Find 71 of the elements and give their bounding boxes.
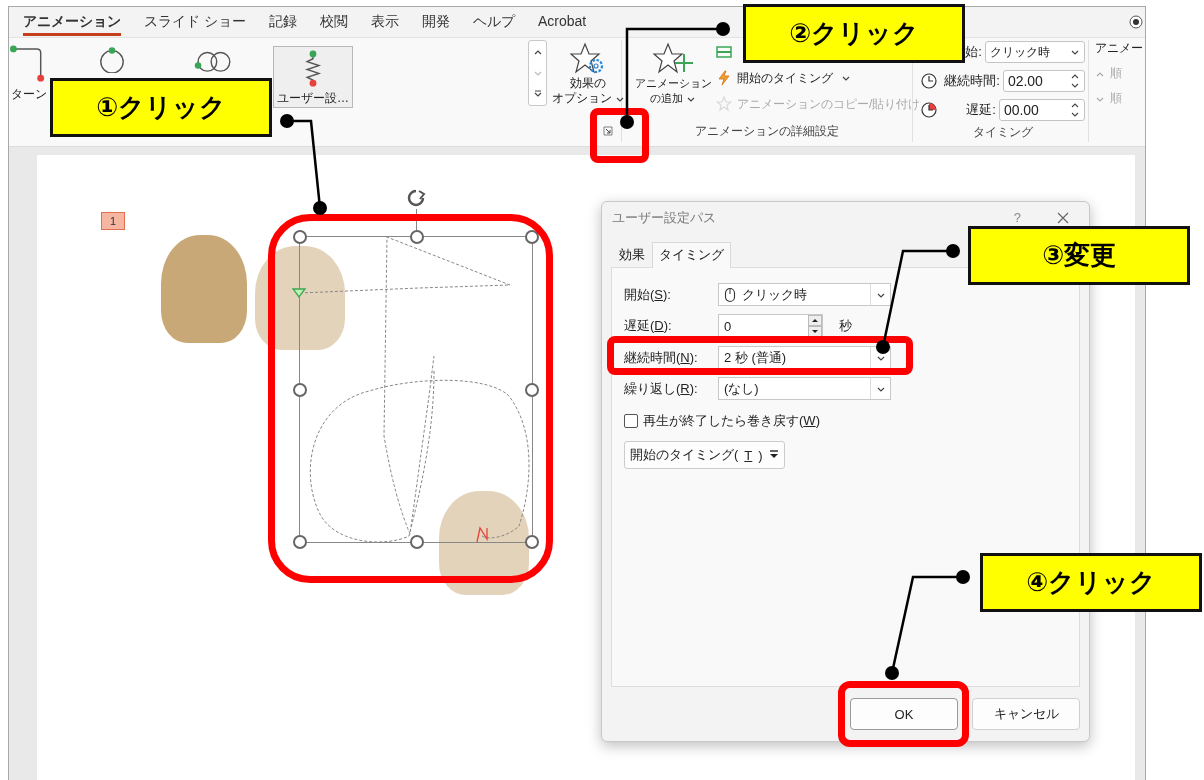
callout-label: ④クリック (980, 553, 1202, 612)
ok-button[interactable]: OK (850, 698, 958, 730)
start-dropdown[interactable]: クリック時 (984, 41, 1085, 63)
chevron-down-icon (532, 69, 543, 77)
spin-up-icon[interactable] (808, 315, 822, 326)
triggers-button[interactable]: 開始のタイミング( T ) (624, 441, 785, 469)
group-label: アニメーションの詳細設定 (695, 122, 839, 140)
dialog-tab[interactable]: タイミング (652, 242, 731, 268)
chevron-down-icon (841, 74, 851, 82)
callout-label: ②クリック (743, 4, 965, 63)
cancel-button[interactable]: キャンセル (972, 698, 1080, 730)
double-down-icon (768, 450, 779, 460)
add-animation-button[interactable]: アニメーション の追加 (634, 40, 712, 120)
resize-handle[interactable] (410, 230, 424, 244)
star-brush-icon (716, 96, 732, 112)
field-label: 繰り返し(R): (624, 379, 699, 398)
ribbon-tab[interactable]: 表示 (370, 8, 399, 36)
star-plus-icon (653, 42, 693, 76)
record-icon[interactable] (1129, 15, 1143, 29)
field-label: 始: (965, 43, 982, 61)
ribbon-tab[interactable]: 校閲 (319, 8, 348, 36)
checkbox[interactable] (624, 414, 638, 428)
dropdown[interactable]: (なし) (718, 377, 891, 400)
group-label: タイミング (972, 123, 1033, 141)
ribbon-tab[interactable]: スライド ショー (144, 8, 246, 36)
ribbon-tab[interactable]: ヘルプ (472, 8, 515, 36)
dialog-tab[interactable]: 効果 (612, 242, 652, 267)
animation-number-tag: 1 (101, 212, 125, 230)
mouse-icon (724, 286, 736, 303)
spin-down-icon[interactable] (808, 326, 822, 337)
field-label: 遅延: (966, 101, 996, 119)
animation-gallery-item[interactable]: ターン (9, 42, 49, 104)
ribbon-tab[interactable]: Acrobat (537, 8, 587, 36)
number-field[interactable]: 0 (718, 314, 823, 338)
checkbox-label: 再生が終了したら巻き戻す(W) (643, 412, 820, 430)
ribbon-tab[interactable]: 記録 (268, 8, 297, 36)
unit-label: 秒 (839, 317, 852, 335)
chevron-down-icon (686, 95, 696, 104)
resize-handle[interactable] (410, 535, 424, 549)
field-label: 継続時間(N): (624, 348, 699, 367)
delay-spinner[interactable]: 00.00 (998, 99, 1085, 121)
rotate-handle-icon[interactable] (405, 188, 427, 208)
resize-handle[interactable] (293, 230, 307, 244)
field-label: 開始(S): (624, 285, 672, 304)
dialog-title: ユーザー設定パス (612, 208, 717, 227)
clock-icon (921, 73, 937, 89)
group-title: アニメー (1094, 40, 1144, 57)
resize-handle[interactable] (525, 230, 539, 244)
callout-label: ①クリック (50, 78, 272, 137)
field-label: 遅延(D): (624, 317, 673, 335)
delay-clock-icon (921, 102, 937, 118)
chevron-down-icon (1069, 48, 1080, 56)
duration-spinner[interactable]: 02.00 (1002, 70, 1085, 92)
effect-options-button[interactable]: 効果の オプション (555, 40, 621, 120)
resize-handle[interactable] (525, 535, 539, 549)
lightning-icon (716, 70, 732, 86)
close-icon[interactable] (1057, 211, 1069, 224)
pane-icon (716, 44, 732, 60)
ribbon-command[interactable]: 開始のタイミング (716, 68, 851, 88)
resize-handle[interactable] (293, 535, 307, 549)
animation-gallery-item[interactable]: ユーザー設… (273, 46, 353, 108)
star-gear-icon (570, 42, 606, 76)
resize-handle[interactable] (293, 383, 307, 397)
resize-handle[interactable] (525, 383, 539, 397)
dropdown[interactable]: クリック時 (718, 283, 891, 306)
callout-label: ③変更 (968, 226, 1190, 285)
field-label: 継続時間: (944, 72, 1000, 90)
dialog-launcher-icon[interactable] (603, 126, 613, 136)
ribbon-tab[interactable]: 開発 (421, 8, 450, 36)
spin-arrows-icon (1069, 74, 1080, 88)
spin-arrows-icon (1069, 103, 1080, 117)
